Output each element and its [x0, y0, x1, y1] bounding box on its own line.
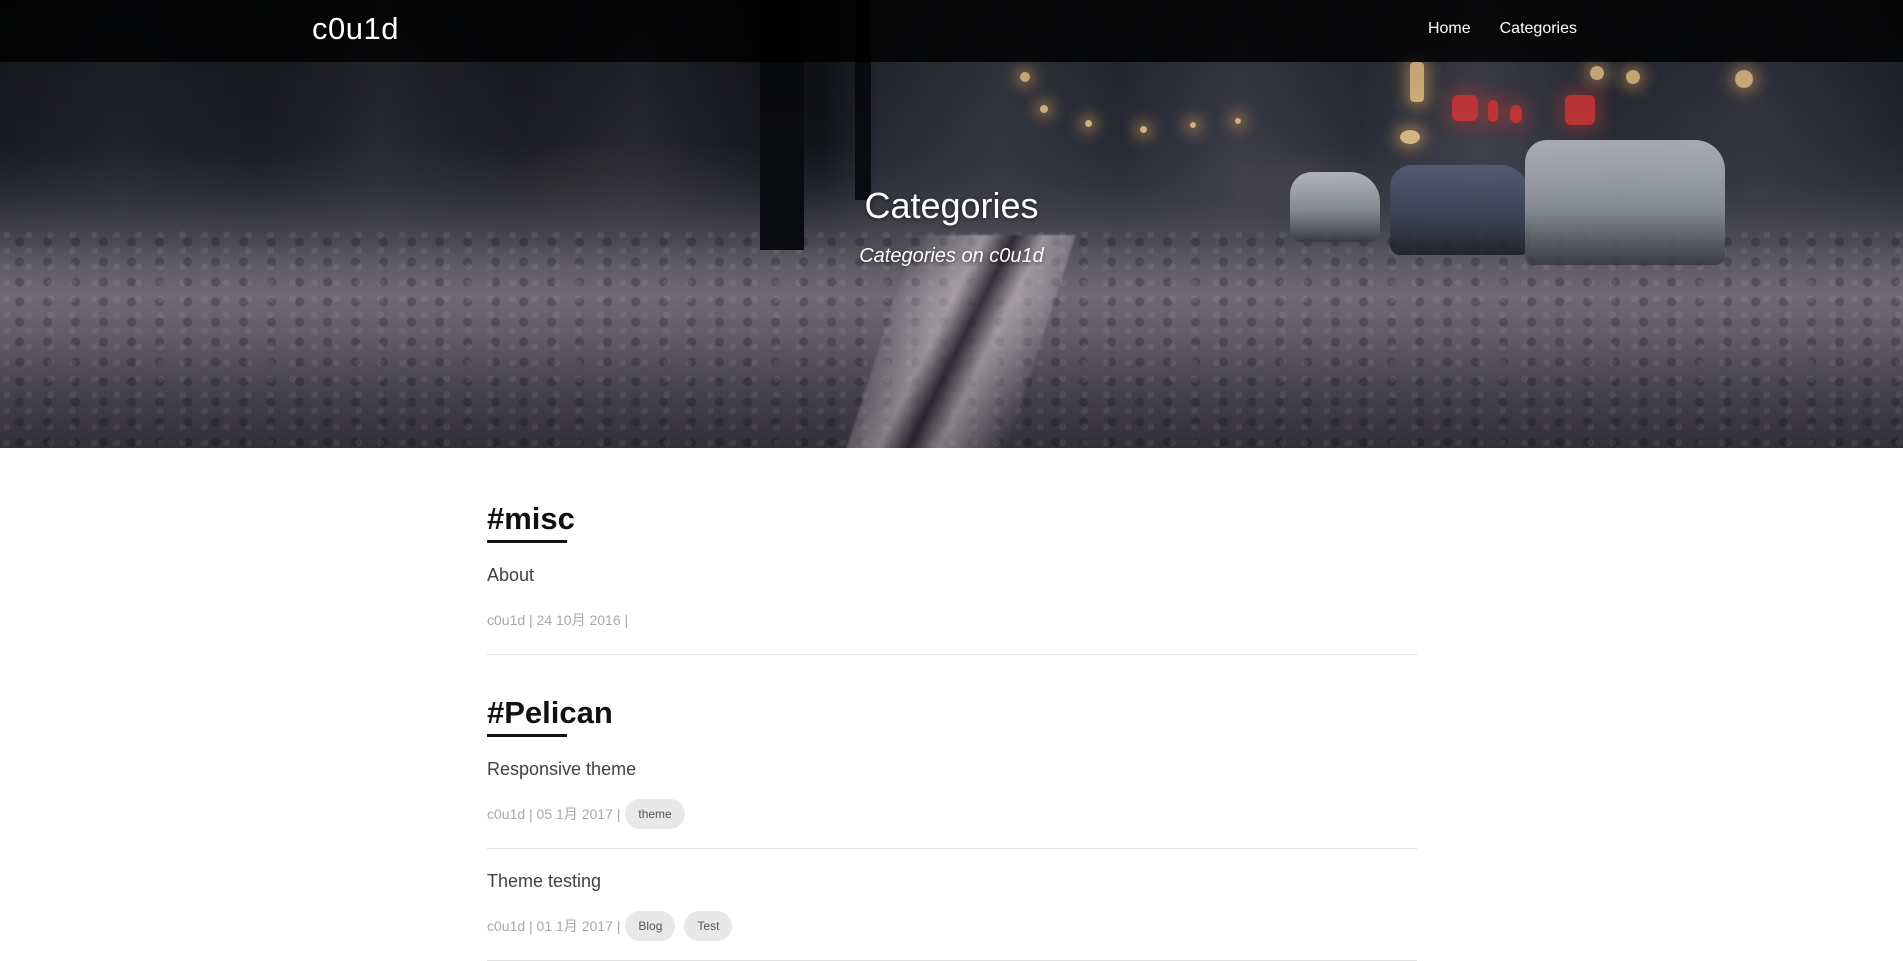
post-title-link[interactable]: Theme testing — [487, 871, 1417, 892]
post-meta: c0u1d | 01 1月 2017 | Blog Test — [487, 910, 1417, 942]
post-title-link[interactable]: About — [487, 565, 1417, 586]
post-item: About c0u1d | 24 10月 2016 | — [487, 565, 1417, 655]
nav-links: Home Categories — [1428, 20, 1577, 38]
post-meta-text: c0u1d | 24 10月 2016 | — [487, 612, 629, 628]
post-meta: c0u1d | 05 1月 2017 | theme — [487, 798, 1417, 830]
page-title: Categories — [864, 185, 1039, 226]
post-title-link[interactable]: Responsive theme — [487, 759, 1417, 780]
post-meta-text: c0u1d | 01 1月 2017 | — [487, 918, 621, 934]
hero-header: c0u1d Home Categories Categories Categor… — [0, 0, 1903, 448]
category-heading: #misc — [487, 501, 575, 536]
post-meta-text: c0u1d | 05 1月 2017 | — [487, 806, 621, 822]
nav-link-home[interactable]: Home — [1428, 20, 1471, 38]
post-meta: c0u1d | 24 10月 2016 | — [487, 604, 1417, 636]
category-section-misc: #misc About c0u1d | 24 10月 2016 | — [487, 503, 1417, 655]
category-heading: #Pelican — [487, 695, 613, 730]
tag-pill-test[interactable]: Test — [684, 911, 733, 941]
category-underline — [487, 540, 567, 543]
top-navbar: c0u1d Home Categories — [0, 0, 1903, 62]
hero-heading: Categories Categories on c0u1d — [0, 185, 1903, 268]
tag-pill-theme[interactable]: theme — [625, 799, 685, 829]
category-section-pelican: #Pelican Responsive theme c0u1d | 05 1月 … — [487, 697, 1417, 961]
nav-link-categories[interactable]: Categories — [1500, 20, 1577, 38]
page-subtitle: Categories on c0u1d — [859, 245, 1044, 267]
category-list: #misc About c0u1d | 24 10月 2016 | #Pelic… — [487, 448, 1417, 961]
post-item: Responsive theme c0u1d | 05 1月 2017 | th… — [487, 759, 1417, 849]
brand-logo-link[interactable]: c0u1d — [312, 11, 399, 47]
category-underline — [487, 734, 567, 737]
tag-pill-blog[interactable]: Blog — [625, 911, 676, 941]
post-item: Theme testing c0u1d | 01 1月 2017 | Blog … — [487, 871, 1417, 961]
